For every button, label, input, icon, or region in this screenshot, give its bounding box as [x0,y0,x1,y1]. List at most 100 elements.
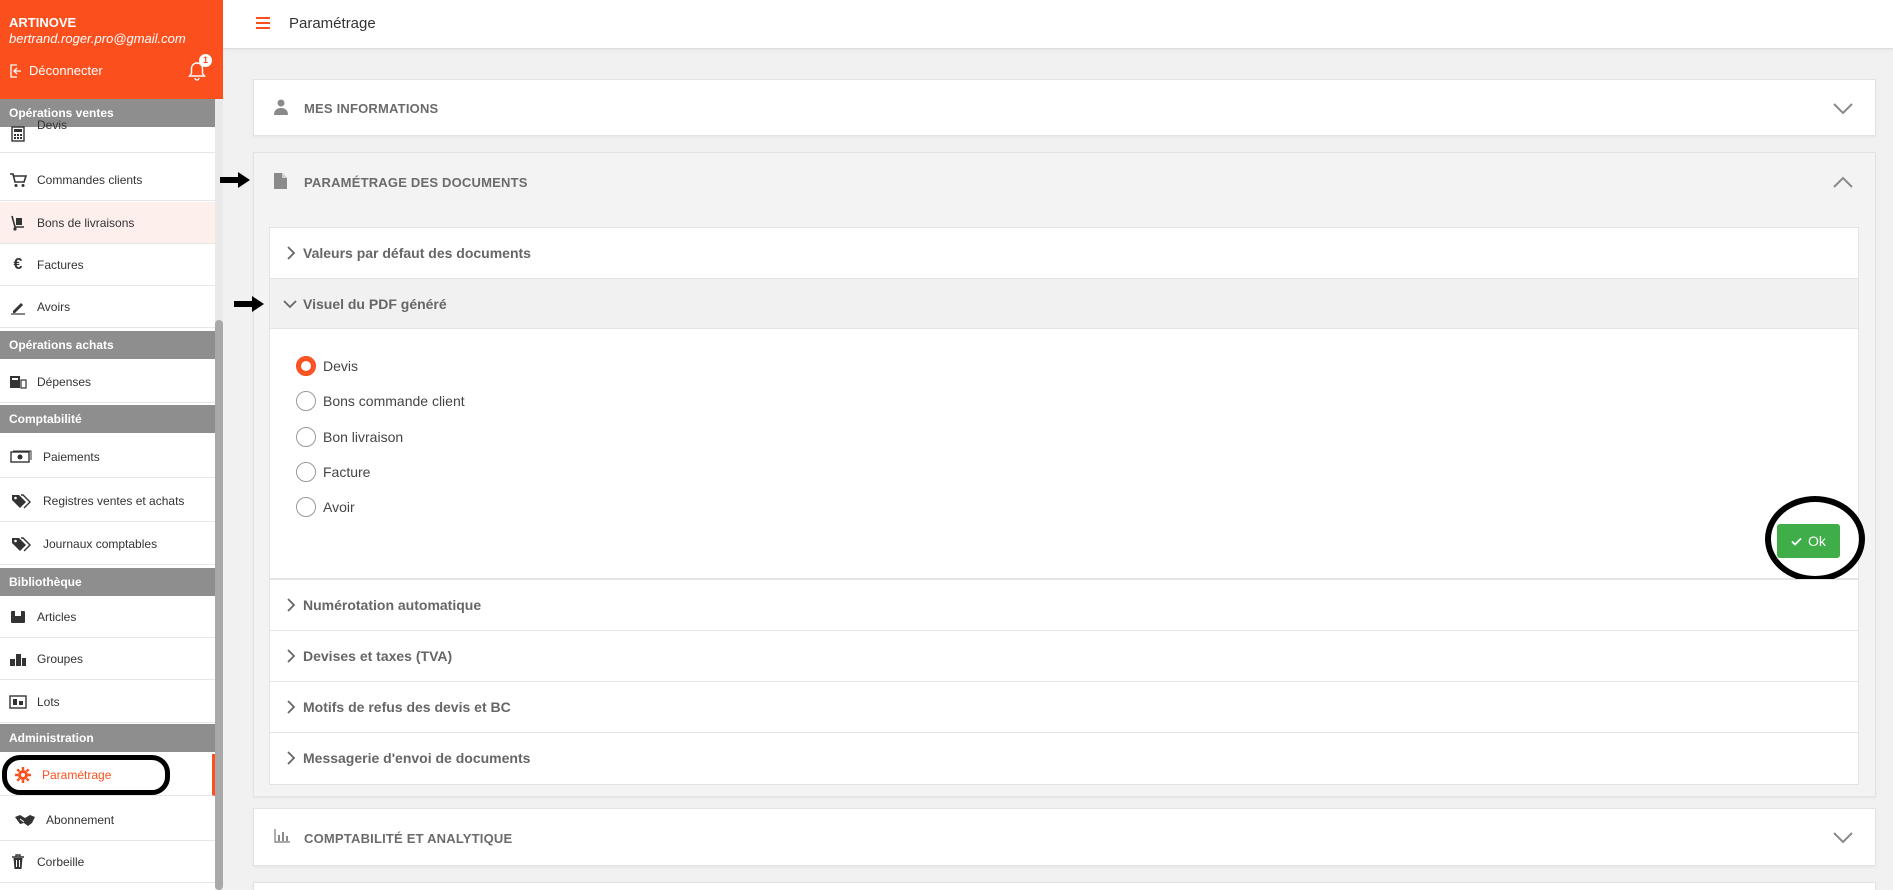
chevron-down-icon [283,299,297,308]
subsection-devises-header[interactable]: Devises et taxes (TVA) [270,631,1858,681]
radio-label: Bons commande client [323,393,465,409]
radio-button[interactable] [296,427,316,447]
section-bibliotheque: Bibliothèque [0,568,215,596]
chevron-up-icon [1833,176,1853,188]
sidebar-item-abonnement[interactable]: Abonnement [0,799,215,841]
radio-avoir[interactable]: Avoir [296,497,355,517]
user-icon [274,99,288,115]
arrow-right-icon [220,172,250,188]
hand-truck-icon [9,214,27,232]
radio-button[interactable] [296,462,316,482]
ok-label: Ok [1808,533,1826,549]
logout-button[interactable]: Déconnecter [9,63,103,78]
subsection-messagerie-header[interactable]: Messagerie d'envoi de documents [270,733,1858,783]
logout-label: Déconnecter [29,63,103,78]
panel-title: MES INFORMATIONS [304,101,439,116]
sidebar-item-bons-livraisons[interactable]: Bons de livraisons [0,202,215,244]
section-administration: Administration [0,724,215,752]
panel-comptabilite-header[interactable]: COMPTABILITÉ ET ANALYTIQUE [254,809,1875,867]
panel-title: PARAMÉTRAGE DES DOCUMENTS [304,174,528,190]
sidebar-item-label: Registres ventes et achats [43,493,185,508]
handshake-icon [14,811,36,829]
sidebar: ARTINOVE bertrand.roger.pro@gmail.com Dé… [0,0,223,890]
sidebar-scrollbar-thumb[interactable] [215,320,223,890]
radio-facture[interactable]: Facture [296,462,370,482]
sidebar-item-parametrage[interactable]: Paramétrage [0,754,215,796]
signature-icon [9,298,27,316]
ok-button[interactable]: Ok [1777,524,1840,558]
chevron-right-icon [287,246,296,260]
chevron-right-icon [287,598,296,612]
sidebar-item-label: Paiements [43,449,100,464]
panel-title: COMPTABILITÉ ET ANALYTIQUE [304,830,513,846]
sidebar-item-journaux[interactable]: Journaux comptables [0,523,215,565]
chevron-right-icon [287,700,296,714]
sidebar-item-label: Lots [37,694,60,709]
sidebar-item-lots[interactable]: Lots [0,681,215,723]
radio-bons-commande-client[interactable]: Bons commande client [296,391,465,411]
euro-icon: € [13,255,23,273]
section-comptabilite: Comptabilité [0,405,215,433]
trash-icon [9,853,27,871]
sidebar-item-commandes-clients[interactable]: Commandes clients [0,159,215,201]
sidebar-item-avoirs[interactable]: Avoirs [0,286,215,328]
sidebar-item-registres[interactable]: Registres ventes et achats [0,480,215,522]
sidebar-item-label: Avoirs [37,299,71,314]
panel-next [253,882,1876,890]
sidebar-item-label: Dépenses [37,374,92,389]
cash-register-icon [9,373,27,391]
sidebar-item-label: Journaux comptables [43,536,158,551]
radio-button[interactable] [296,497,316,517]
page-title: Paramétrage [289,15,376,32]
subsection-visuel-header[interactable]: Visuel du PDF généré [270,279,1858,329]
sidebar-item-groupes[interactable]: Groupes [0,638,215,680]
radio-bon-livraison[interactable]: Bon livraison [296,427,403,447]
radio-button[interactable] [296,391,316,411]
cart-icon [9,171,27,189]
sidebar-item-depenses[interactable]: Dépenses [0,361,215,403]
panel-mes-informations: MES INFORMATIONS [253,79,1876,136]
tags-icon [9,492,33,510]
chart-icon [274,829,290,843]
section-operations-achats: Opérations achats [0,331,215,359]
company-name: ARTINOVE [9,15,77,30]
subsection-motifs-header[interactable]: Motifs de refus des devis et BC [270,682,1858,732]
subsection-valeurs-header[interactable]: Valeurs par défaut des documents [270,228,1858,278]
document-icon [274,173,287,189]
chevron-down-icon [1833,102,1853,114]
tags-icon [9,535,33,553]
radio-button[interactable] [296,356,316,376]
radio-devis[interactable]: Devis [296,356,358,376]
sidebar-item-label: Devis [37,117,68,132]
subsection-title: Devises et taxes (TVA) [303,648,453,664]
calculator-icon [9,125,27,143]
sidebar-item-factures[interactable]: € Factures [0,244,215,286]
menu-icon[interactable] [256,17,270,30]
panel-mes-informations-header[interactable]: MES INFORMATIONS [254,80,1875,137]
sidebar-item-label: Paramétrage [42,767,112,782]
money-icon [9,448,33,466]
subsection-title: Visuel du PDF généré [303,295,447,312]
subsection-numerotation-header[interactable]: Numérotation automatique [270,580,1858,630]
subsection-messagerie: Messagerie d'envoi de documents [269,732,1859,785]
gear-icon [14,766,32,784]
user-email: bertrand.roger.pro@gmail.com [9,31,186,46]
sidebar-item-devis[interactable]: Devis [0,115,215,153]
user-header: ARTINOVE bertrand.roger.pro@gmail.com Dé… [0,0,223,99]
sidebar-item-paiements[interactable]: Paiements [0,436,215,478]
subsection-numerotation: Numérotation automatique [269,579,1859,631]
radio-label: Facture [323,464,371,480]
panel-documents-header[interactable]: PARAMÉTRAGE DES DOCUMENTS [254,153,1875,211]
panel-comptabilite-analytique: COMPTABILITÉ ET ANALYTIQUE [253,808,1876,866]
box-icon [9,608,27,626]
subsection-valeurs: Valeurs par défaut des documents [269,227,1859,279]
subsection-motifs: Motifs de refus des devis et BC [269,681,1859,733]
subsection-title: Numérotation automatique [303,597,482,613]
sidebar-item-label: Groupes [37,651,84,666]
sidebar-item-label: Bons de livraisons [37,215,135,230]
subsection-devises: Devises et taxes (TVA) [269,630,1859,682]
subsection-visuel-pdf: Visuel du PDF généré [269,278,1859,579]
sidebar-item-articles[interactable]: Articles [0,596,215,638]
sidebar-item-corbeille[interactable]: Corbeille [0,841,215,883]
boxes-icon [9,650,27,668]
